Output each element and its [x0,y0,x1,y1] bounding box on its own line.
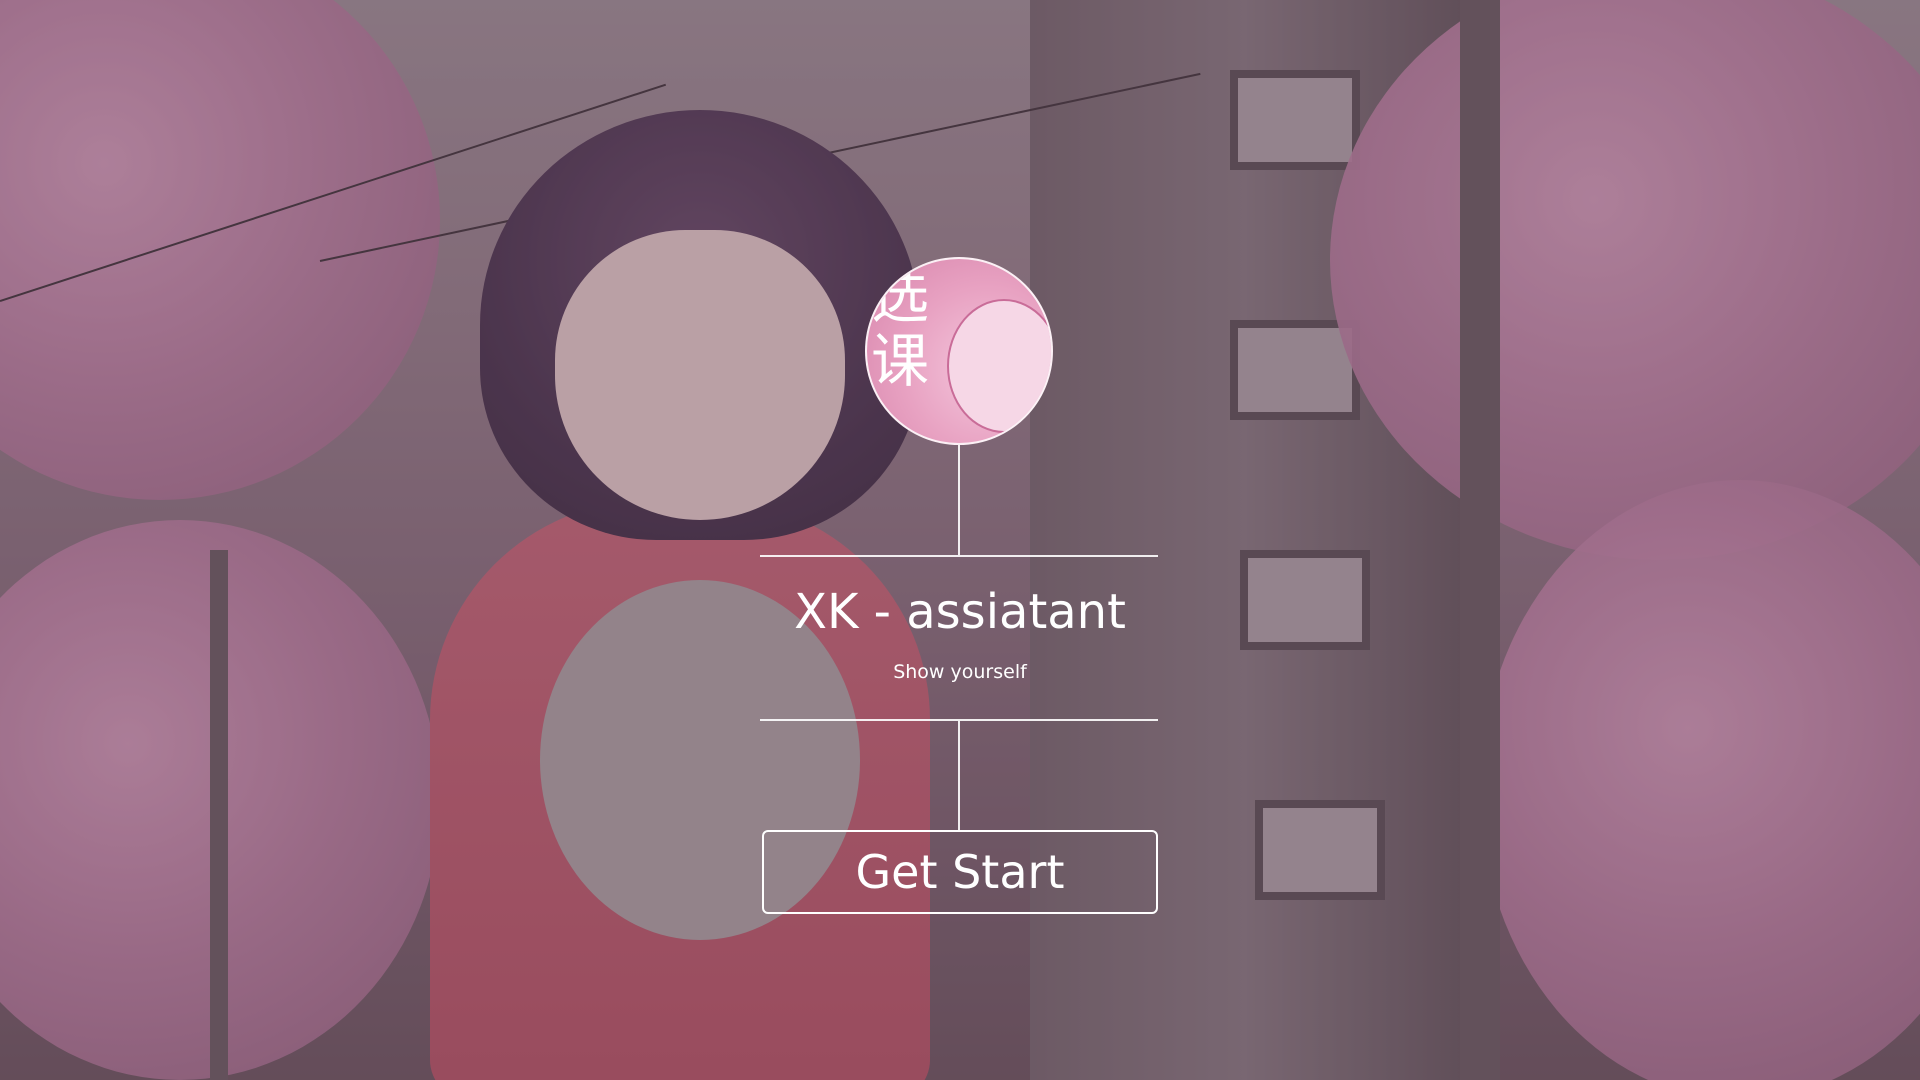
avatar-character-icon [947,299,1051,433]
avatar: 选课 [865,257,1053,445]
background-dim-overlay [0,0,1920,1080]
landing-page: 选课 XK - assiatant Show yourself Get Star… [0,0,1920,1080]
page-subtitle: Show yourself [893,661,1027,683]
connector-line-top [958,445,960,555]
get-start-button[interactable]: Get Start [762,830,1158,914]
divider-top [760,555,1158,557]
connector-line-bottom [958,721,960,830]
page-title: XK - assiatant [794,584,1126,640]
avatar-glyph-text: 选课 [871,263,930,395]
